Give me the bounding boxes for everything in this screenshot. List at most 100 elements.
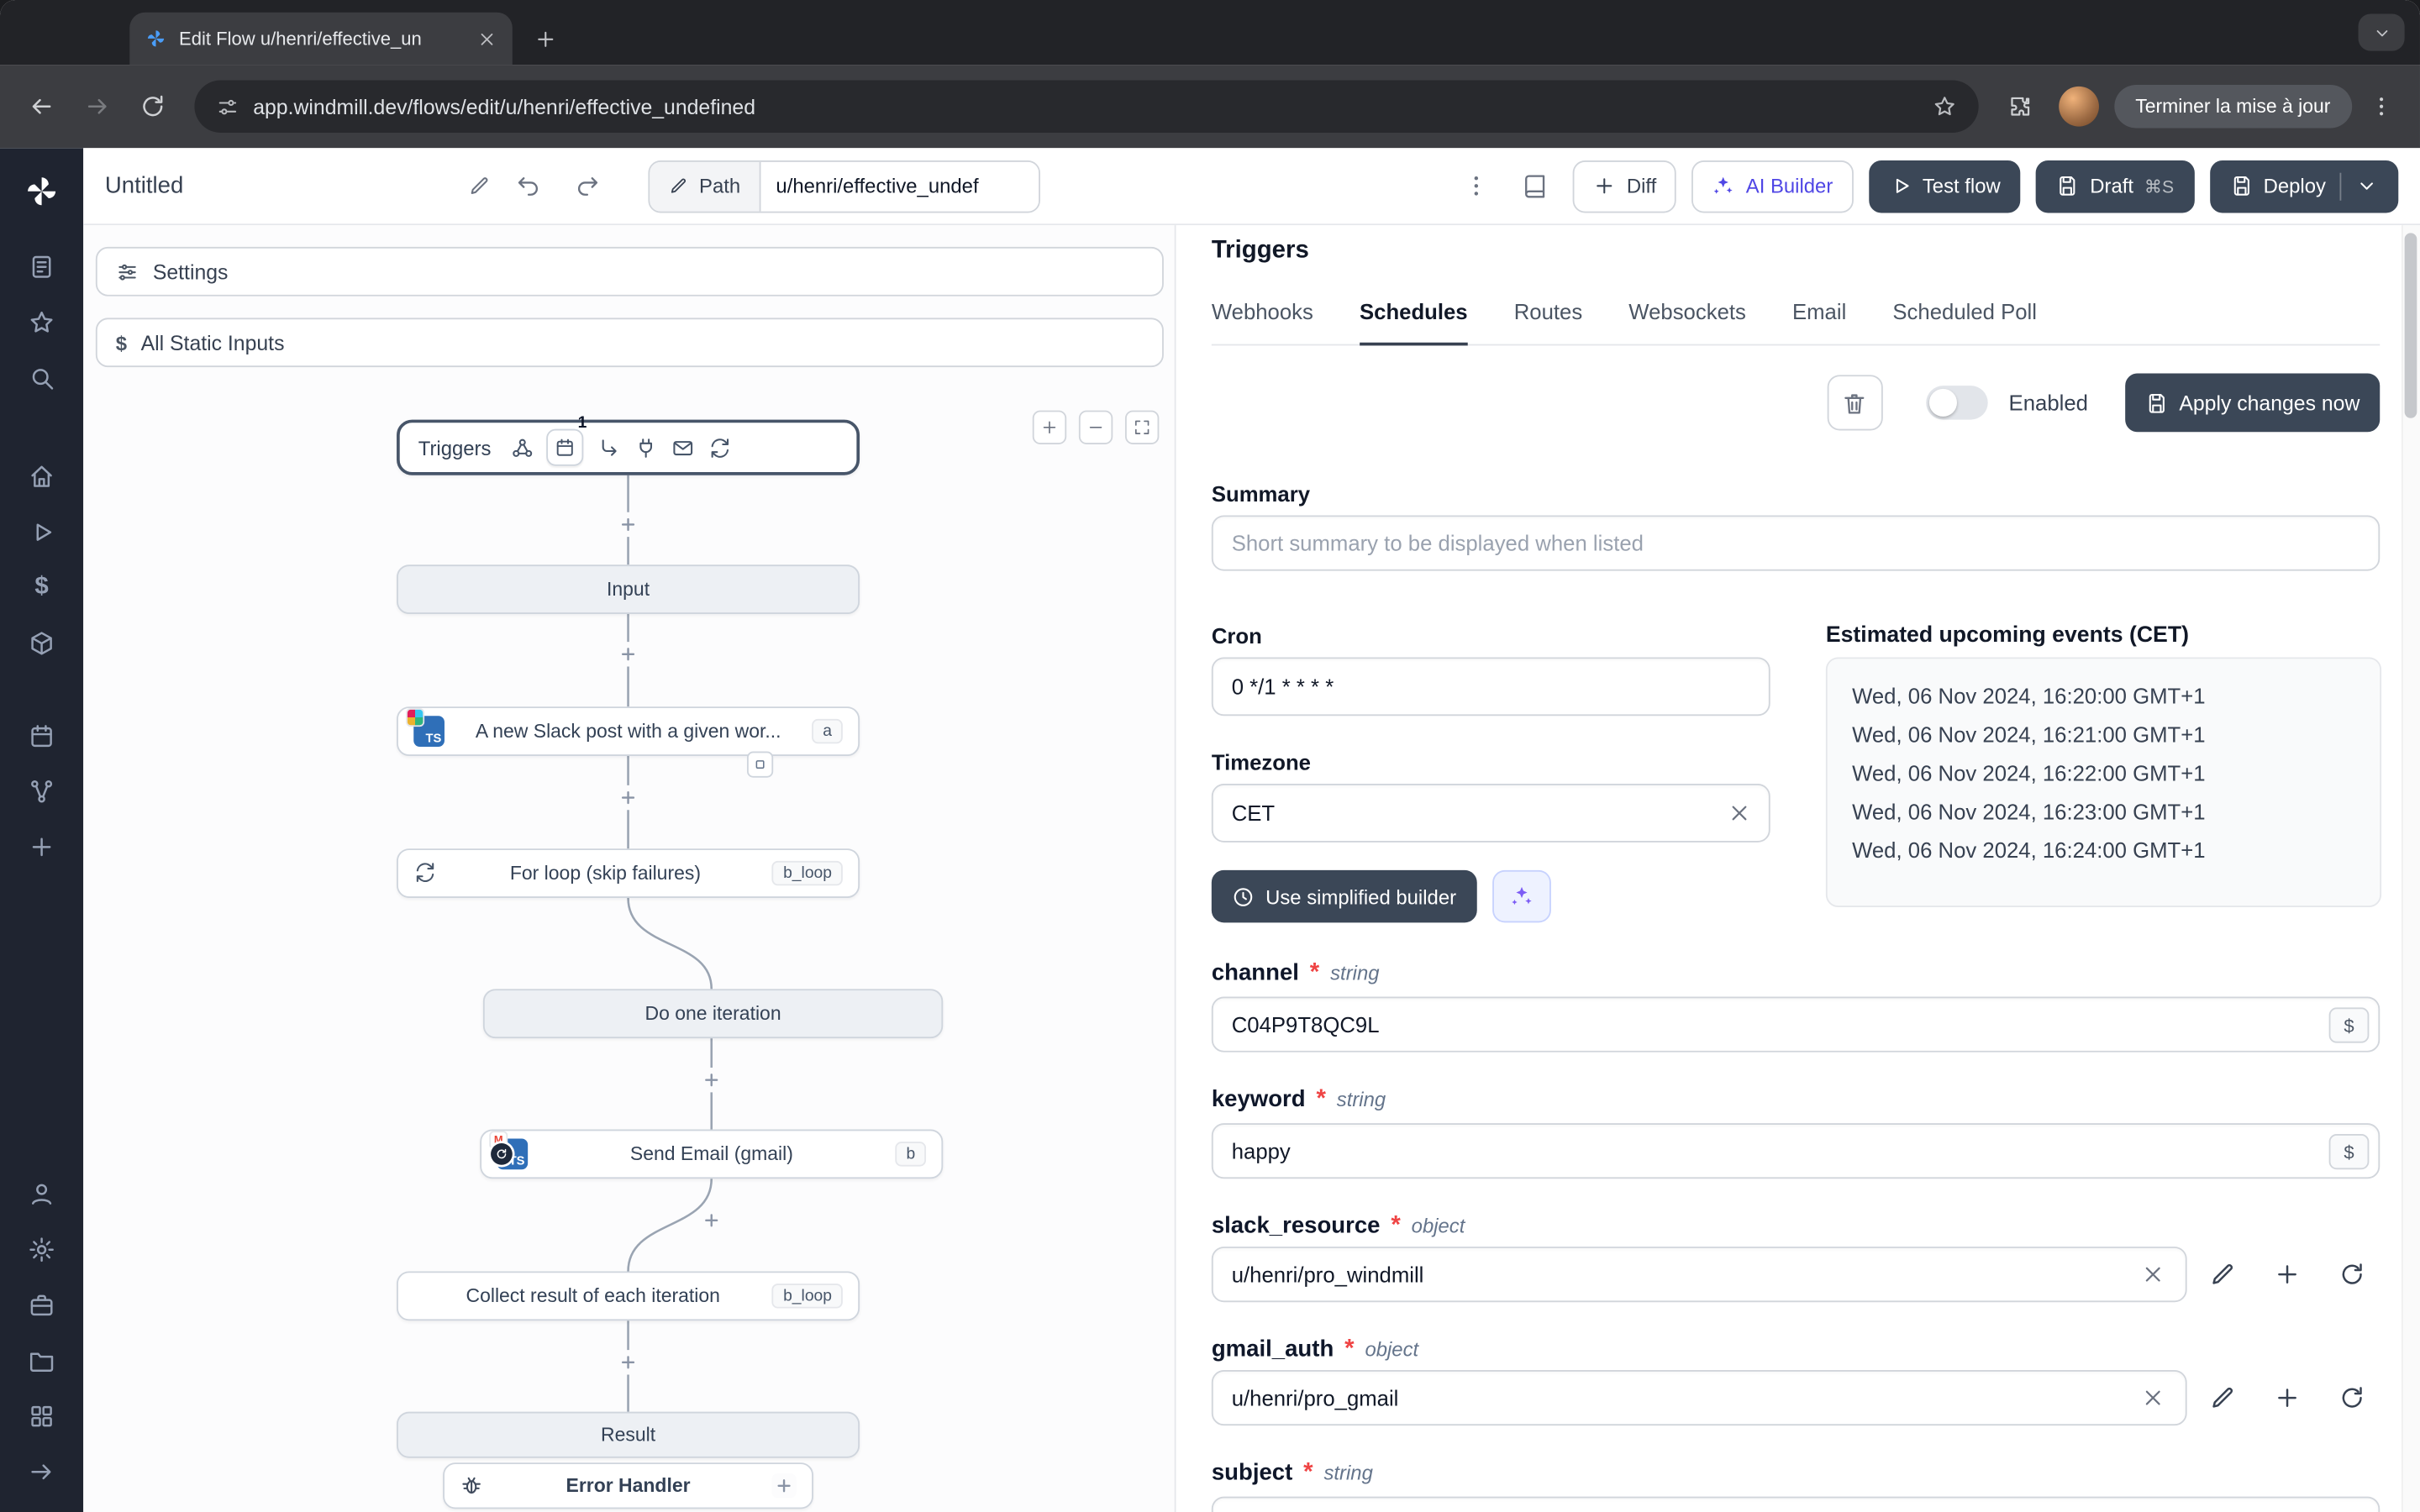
insert-variable-button[interactable]: $ xyxy=(2328,1133,2370,1170)
tab-routes[interactable]: Routes xyxy=(1514,299,1582,344)
tab-websockets[interactable]: Websockets xyxy=(1628,299,1746,344)
result-node[interactable]: Result xyxy=(397,1411,860,1458)
slack-resource-input[interactable] xyxy=(1211,1247,2187,1303)
more-options-icon[interactable] xyxy=(1455,165,1498,207)
tab-search-button[interactable] xyxy=(2358,13,2405,51)
sidebar-item-settings[interactable] xyxy=(15,1226,67,1273)
reload-button[interactable] xyxy=(129,83,176,129)
path-segment[interactable]: Path xyxy=(650,160,761,211)
do-one-iteration-node[interactable]: Do one iteration xyxy=(482,989,944,1039)
browser-menu-icon[interactable] xyxy=(2361,87,2402,127)
edit-resource-icon[interactable] xyxy=(2207,1259,2238,1290)
add-resource-icon[interactable] xyxy=(2272,1383,2303,1414)
ai-builder-button[interactable]: AI Builder xyxy=(1691,160,1854,213)
keyword-input[interactable] xyxy=(1211,1123,2381,1179)
tab-scheduled-poll[interactable]: Scheduled Poll xyxy=(1892,299,2037,344)
sidebar-item-resources[interactable] xyxy=(15,620,67,666)
insert-step-button[interactable] xyxy=(615,785,641,811)
insert-step-button[interactable] xyxy=(699,1068,724,1093)
tab-email[interactable]: Email xyxy=(1792,299,1846,344)
websocket-trigger-icon[interactable] xyxy=(633,435,657,459)
sidebar-item-variables[interactable]: $ xyxy=(15,564,67,611)
redo-button[interactable] xyxy=(565,165,608,207)
gmail-auth-input[interactable] xyxy=(1211,1370,2187,1426)
zoom-in-button[interactable] xyxy=(1032,410,1067,444)
back-button[interactable] xyxy=(18,83,65,129)
insert-step-button[interactable] xyxy=(615,642,641,667)
panel-scrollbar[interactable] xyxy=(2401,225,2420,1512)
channel-input[interactable] xyxy=(1211,996,2381,1053)
all-static-inputs-row[interactable]: $ All Static Inputs xyxy=(95,318,1164,368)
draft-button[interactable]: Draft ⌘S xyxy=(2035,160,2194,213)
insert-step-button[interactable] xyxy=(615,1350,641,1375)
cron-input[interactable] xyxy=(1211,657,1770,717)
sidebar-item-flows[interactable] xyxy=(15,769,67,815)
input-node[interactable]: Input xyxy=(397,564,860,615)
sidebar-item-runs[interactable] xyxy=(15,244,67,290)
edit-resource-icon[interactable] xyxy=(2207,1383,2238,1414)
send-email-node[interactable]: M TS Send Email (gmail) b xyxy=(480,1129,944,1179)
collect-result-node[interactable]: Collect result of each iteration b_loop xyxy=(397,1271,860,1321)
add-error-handler-button[interactable] xyxy=(771,1473,797,1499)
sidebar-item-search[interactable] xyxy=(15,354,67,401)
test-flow-button[interactable]: Test flow xyxy=(1868,160,2021,213)
add-resource-icon[interactable] xyxy=(2272,1259,2303,1290)
sidebar-item-account[interactable] xyxy=(15,1171,67,1217)
refresh-resource-icon[interactable] xyxy=(2337,1383,2368,1414)
sidebar-item-folders[interactable] xyxy=(15,1337,67,1383)
tab-webhooks[interactable]: Webhooks xyxy=(1212,299,1313,344)
refresh-resource-icon[interactable] xyxy=(2337,1259,2368,1290)
timezone-input[interactable] xyxy=(1211,784,1770,843)
sidebar-item-schedules[interactable] xyxy=(15,713,67,759)
triggers-node[interactable]: Triggers 1 xyxy=(397,413,860,475)
tab-close-icon[interactable] xyxy=(477,29,497,49)
sidebar-item-workspace[interactable] xyxy=(15,1282,67,1328)
sidebar-item-home[interactable] xyxy=(15,454,67,500)
summary-input[interactable] xyxy=(1211,515,2381,571)
sidebar-item-add[interactable] xyxy=(15,824,67,870)
edit-title-pencil-icon[interactable] xyxy=(468,175,492,198)
insert-step-button[interactable] xyxy=(699,1208,724,1233)
apply-changes-button[interactable]: Apply changes now xyxy=(2125,373,2381,433)
slack-step-node[interactable]: TS A new Slack post with a given wor... … xyxy=(397,706,860,756)
forloop-node[interactable]: For loop (skip failures) b_loop xyxy=(397,848,860,898)
deploy-chevron-icon[interactable] xyxy=(2355,175,2379,198)
insert-variable-button[interactable]: $ xyxy=(2328,1007,2370,1043)
deploy-button[interactable]: Deploy xyxy=(2209,160,2399,213)
bookmark-star-icon[interactable] xyxy=(1932,94,1956,118)
extensions-icon[interactable] xyxy=(1996,83,2043,129)
sidebar-collapse-arrow[interactable] xyxy=(15,1449,67,1495)
subject-input[interactable] xyxy=(1211,1496,2381,1512)
schedule-trigger-icon[interactable]: 1 xyxy=(546,413,587,466)
forward-button[interactable] xyxy=(74,83,120,129)
diff-button[interactable]: Diff xyxy=(1572,160,1677,213)
clear-resource-icon[interactable] xyxy=(2141,1262,2165,1286)
zoom-out-button[interactable] xyxy=(1078,410,1113,444)
poll-trigger-icon[interactable] xyxy=(708,435,732,459)
clear-resource-icon[interactable] xyxy=(2141,1385,2165,1410)
scrollbar-thumb[interactable] xyxy=(2404,233,2417,418)
settings-row[interactable]: Settings xyxy=(95,246,1164,297)
sidebar-item-runs-play[interactable] xyxy=(15,509,67,555)
delete-schedule-button[interactable] xyxy=(1826,375,1882,431)
path-input[interactable] xyxy=(760,160,1039,211)
clear-timezone-icon[interactable] xyxy=(1727,801,1751,825)
insert-step-button[interactable] xyxy=(615,512,641,538)
browser-tab[interactable]: Edit Flow u/henri/effective_un xyxy=(129,12,513,66)
routes-trigger-icon[interactable] xyxy=(596,435,620,459)
undo-button[interactable] xyxy=(506,165,549,207)
ai-cron-button[interactable] xyxy=(1491,869,1551,923)
profile-avatar[interactable] xyxy=(2058,86,2099,127)
chrome-update-button[interactable]: Terminer la mise à jour xyxy=(2113,85,2353,129)
error-handler-node[interactable]: Error Handler xyxy=(443,1462,813,1509)
new-tab-button[interactable] xyxy=(524,18,565,59)
webhook-trigger-icon[interactable] xyxy=(509,435,534,459)
docs-book-icon[interactable] xyxy=(1514,165,1557,207)
windmill-logo[interactable] xyxy=(15,168,67,214)
sidebar-item-favorites[interactable] xyxy=(15,299,67,345)
address-bar[interactable]: app.windmill.dev/flows/edit/u/henri/effe… xyxy=(194,80,1978,133)
module-action-button[interactable] xyxy=(746,751,774,778)
simplified-builder-button[interactable]: Use simplified builder xyxy=(1211,869,1476,923)
email-trigger-icon[interactable] xyxy=(671,435,695,459)
tab-schedules[interactable]: Schedules xyxy=(1359,299,1468,346)
